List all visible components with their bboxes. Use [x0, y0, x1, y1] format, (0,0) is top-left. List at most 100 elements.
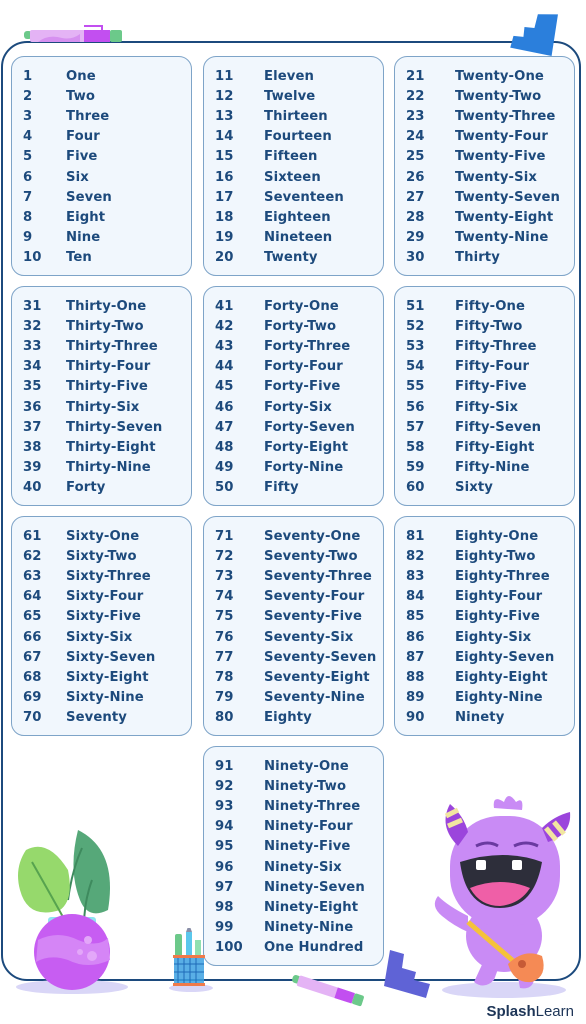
numeral: 14	[215, 129, 234, 145]
numeral: 78	[215, 669, 234, 685]
number-word: Forty-Nine	[264, 460, 344, 476]
number-row: 5 Five	[12, 147, 191, 167]
numeral: 59	[406, 460, 425, 476]
number-word: Fifty-Two	[455, 318, 523, 334]
number-word: Ninety-Two	[264, 778, 347, 794]
number-row: 1 One	[12, 66, 191, 86]
numeral: 81	[406, 528, 425, 544]
number-word: Five	[66, 149, 98, 165]
number-word: Twenty-Three	[455, 108, 556, 124]
numeral: 63	[23, 568, 42, 584]
number-word: Twenty-Nine	[455, 230, 549, 246]
number-word: Fifty-Five	[455, 379, 527, 395]
number-row: 26 Twenty-Six	[395, 167, 574, 187]
marker-pen-icon	[24, 25, 122, 42]
number-row: 55 Fifty-Five	[395, 377, 574, 397]
number-card-71-80: 71 Seventy-One 72 Seventy-Two 73 Seventy-Thre…	[203, 516, 384, 736]
number-word: Ninety-One	[264, 758, 349, 774]
number-row: 21 Twenty-One	[395, 66, 574, 86]
numeral: 12	[215, 88, 234, 104]
number-word: Sixty-Eight	[66, 669, 149, 685]
number-word: Sixty-Five	[66, 609, 141, 625]
purple-monster-mascot-icon	[434, 796, 571, 998]
numeral: 11	[215, 68, 234, 84]
number-row: 75 Seventy-Five	[204, 607, 383, 627]
numeral: 36	[23, 399, 42, 415]
number-row: 2 Two	[12, 86, 191, 106]
number-word: Eighty-Nine	[455, 690, 543, 706]
number-word: Ninety-Seven	[264, 879, 365, 895]
number-word: Seventy-Nine	[264, 690, 365, 706]
number-word: Seventeen	[264, 189, 344, 205]
number-card-11-20: 11 Eleven 12 Twelve 13 Thirteen 14 Fourteen 15 Fi…	[203, 56, 384, 276]
numeral: 46	[215, 399, 234, 415]
number-row: 82 Eighty-Two	[395, 546, 574, 566]
numeral: 87	[406, 649, 425, 665]
numeral: 9	[23, 230, 33, 246]
number-word: Eighty-One	[455, 528, 539, 544]
number-word: Sixty-Two	[66, 548, 137, 564]
number-word: Twenty-Two	[455, 88, 542, 104]
number-word: Two	[66, 88, 96, 104]
numeral: 18	[215, 209, 234, 225]
number-word: Nineteen	[264, 230, 333, 246]
numeral: 80	[215, 710, 234, 726]
number-row: 24 Twenty-Four	[395, 127, 574, 147]
number-word: Forty-One	[264, 298, 339, 314]
number-row: 52 Fifty-Two	[395, 316, 574, 336]
number-row: 65 Sixty-Five	[12, 607, 191, 627]
number-row: 58 Fifty-Eight	[395, 437, 574, 457]
number-word: Seventy-Five	[264, 609, 363, 625]
number-word: Twenty-Five	[455, 149, 546, 165]
number-word: Forty-Four	[264, 359, 343, 375]
number-row: 32 Thirty-Two	[12, 316, 191, 336]
numeral: 71	[215, 528, 234, 544]
numeral: 51	[406, 298, 425, 314]
number-word: Twenty-Seven	[455, 189, 561, 205]
number-row: 62 Sixty-Two	[12, 546, 191, 566]
number-word: Ninety	[455, 710, 505, 726]
number-word: Fifty	[264, 480, 299, 496]
number-row: 91 Ninety-One	[204, 756, 383, 776]
number-card-91-100: 91 Ninety-One 92 Ninety-Two 93 Ninety-Three 94…	[203, 746, 384, 966]
number-word: Eleven	[264, 68, 315, 84]
number-row: 68 Sixty-Eight	[12, 667, 191, 687]
number-row: 89 Eighty-Nine	[395, 688, 574, 708]
number-word: Eighty-Eight	[455, 669, 548, 685]
numeral: 47	[215, 419, 234, 435]
number-row: 30 Thirty	[395, 248, 574, 268]
number-row: 17 Seventeen	[204, 187, 383, 207]
number-word: Four	[66, 129, 100, 145]
number-row: 42 Forty-Two	[204, 316, 383, 336]
number-row: 70 Seventy	[12, 708, 191, 728]
number-row: 23 Twenty-Three	[395, 106, 574, 126]
number-row: 81 Eighty-One	[395, 526, 574, 546]
number-word: Forty	[66, 480, 106, 496]
number-row: 15 Fifteen	[204, 147, 383, 167]
number-word: One Hundred	[264, 940, 364, 956]
potted-plant-icon	[16, 830, 128, 994]
number-word: Thirty	[455, 250, 500, 266]
numeral: 24	[406, 129, 425, 145]
number-row: 94 Ninety-Four	[204, 817, 383, 837]
number-row: 22 Twenty-Two	[395, 86, 574, 106]
number-row: 25 Twenty-Five	[395, 147, 574, 167]
number-row: 41 Forty-One	[204, 296, 383, 316]
number-row: 31 Thirty-One	[12, 296, 191, 316]
number-word: Nine	[66, 230, 101, 246]
number-row: 66 Sixty-Six	[12, 627, 191, 647]
number-word: Sixty-Seven	[66, 649, 156, 665]
numeral: 62	[23, 548, 42, 564]
pencil-holder-icon	[169, 928, 213, 992]
number-card-21-30: 21 Twenty-One 22 Twenty-Two 23 Twenty-Three 24…	[394, 56, 575, 276]
numeral: 8	[23, 209, 33, 225]
number-row: 92 Ninety-Two	[204, 776, 383, 796]
number-word: Thirteen	[264, 108, 328, 124]
splashlearn-logo: SplashLearn	[486, 1003, 574, 1020]
number-row: 35 Thirty-Five	[12, 377, 191, 397]
number-row: 39 Thirty-Nine	[12, 458, 191, 478]
numeral: 60	[406, 480, 425, 496]
numeral: 64	[23, 589, 42, 605]
number-row: 60 Sixty	[395, 478, 574, 498]
number-row: 67 Sixty-Seven	[12, 647, 191, 667]
